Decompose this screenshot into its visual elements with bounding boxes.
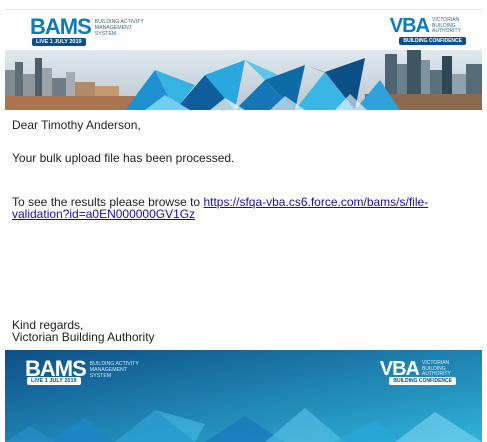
processed-message: Your bulk upload file has been processed…	[12, 151, 235, 165]
footer-building-confidence-badge: BUILDING CONFIDENCE	[389, 377, 456, 385]
bams-logo-text: BAMS	[30, 14, 92, 39]
bams-logo: BAMS BUILDING ACTIVITY MANAGEMENT SYSTEM	[30, 16, 151, 38]
live-date-badge: LIVE 1 JULY 2019	[32, 38, 86, 46]
results-paragraph: To see the results please browse to http…	[12, 196, 472, 220]
bams-subtitle: BUILDING ACTIVITY MANAGEMENT SYSTEM	[94, 19, 144, 37]
vba-subtitle: VICTORIAN BUILDING AUTHORITY	[432, 17, 461, 35]
footer-vba-logo: VBA VICTORIAN BUILDING AUTHORITY	[380, 359, 458, 379]
building-confidence-badge: BUILDING CONFIDENCE	[399, 37, 466, 45]
email-page: BAMS BUILDING ACTIVITY MANAGEMENT SYSTEM…	[0, 0, 487, 442]
footer-banner: BAMS BUILDING ACTIVITY MANAGEMENT SYSTEM…	[5, 350, 482, 442]
vba-logo-text: VBA	[389, 15, 430, 37]
header-banner: BAMS BUILDING ACTIVITY MANAGEMENT SYSTEM…	[5, 9, 482, 110]
footer-vba-logo-text: VBA	[379, 358, 420, 380]
city-skyline-image	[5, 50, 482, 110]
salutation-text: Dear Timothy Anderson,	[12, 118, 141, 132]
footer-live-date-badge: LIVE 1 JULY 2019	[27, 377, 81, 385]
signature-text: Victorian Building Authority	[12, 330, 155, 344]
footer-vba-subtitle: VICTORIAN BUILDING AUTHORITY	[422, 360, 451, 378]
footer-bams-subtitle: BUILDING ACTIVITY MANAGEMENT SYSTEM	[89, 361, 139, 379]
vba-logo: VBA VICTORIAN BUILDING AUTHORITY	[390, 16, 468, 36]
